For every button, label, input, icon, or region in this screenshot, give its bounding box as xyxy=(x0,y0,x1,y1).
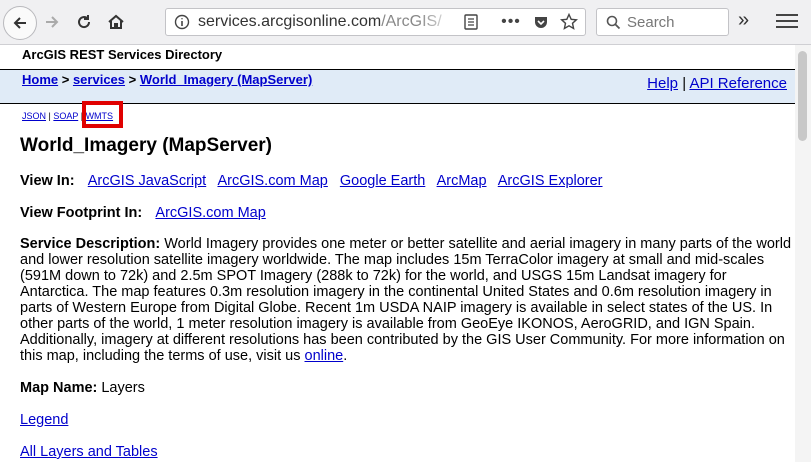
view-in-row: View In: ArcGIS JavaScript ArcGIS.com Ma… xyxy=(20,173,611,189)
info-icon[interactable] xyxy=(172,9,192,35)
view-in-arcmap-link[interactable]: ArcMap xyxy=(437,173,487,189)
service-description-label: Service Description: xyxy=(20,236,161,252)
service-description-text: World Imagery provides one meter or bett… xyxy=(20,236,792,364)
reload-icon[interactable] xyxy=(68,6,100,38)
url-path: /ArcGIS/ xyxy=(381,13,442,30)
help-separator: | xyxy=(678,75,690,92)
more-actions-icon[interactable]: ••• xyxy=(500,9,522,35)
pocket-icon[interactable] xyxy=(530,9,552,35)
view-footprint-row: View Footprint In: ArcGIS.com Map xyxy=(20,205,274,221)
breadcrumb-current-link[interactable]: World_Imagery (MapServer) xyxy=(140,72,312,87)
breadcrumb-bar: Home > services > World_Imagery (MapServ… xyxy=(0,69,795,104)
url-text[interactable]: services.arcgisonline.com/ArcGIS/ xyxy=(198,13,458,31)
service-description: Service Description: World Imagery provi… xyxy=(20,236,795,364)
page-title: World_Imagery (MapServer) xyxy=(20,135,273,156)
breadcrumb-services-link[interactable]: services xyxy=(73,72,125,87)
breadcrumb: Home > services > World_Imagery (MapServ… xyxy=(22,72,312,87)
search-input[interactable]: Search xyxy=(627,14,675,31)
legend-link[interactable]: Legend xyxy=(20,412,68,428)
online-link[interactable]: online xyxy=(305,348,344,364)
wmts-highlight-box xyxy=(82,101,123,128)
map-name-value: Layers xyxy=(101,380,145,396)
service-description-end: . xyxy=(343,348,348,364)
help-links: Help | API Reference xyxy=(647,75,787,92)
search-bar[interactable]: Search xyxy=(596,8,729,36)
view-footprint-label: View Footprint In: xyxy=(20,205,143,221)
reader-view-icon[interactable] xyxy=(461,9,481,35)
view-in-arcgis-com-map-link[interactable]: ArcGIS.com Map xyxy=(217,173,327,189)
soap-link[interactable]: SOAP xyxy=(53,111,78,121)
url-bar[interactable]: services.arcgisonline.com/ArcGIS/ ••• xyxy=(165,8,586,36)
vertical-scrollbar[interactable] xyxy=(795,45,811,462)
overflow-chevron-icon[interactable]: » xyxy=(738,9,749,32)
breadcrumb-separator: > xyxy=(125,72,140,87)
help-link[interactable]: Help xyxy=(647,75,678,92)
view-in-arcgis-javascript-link[interactable]: ArcGIS JavaScript xyxy=(88,173,206,189)
api-reference-link[interactable]: API Reference xyxy=(689,75,787,92)
search-icon xyxy=(605,9,621,35)
home-icon[interactable] xyxy=(100,6,132,38)
map-name-row: Map Name: Layers xyxy=(20,380,145,396)
hamburger-menu-icon[interactable] xyxy=(776,10,798,32)
page-content: ArcGIS REST Services Directory Home > se… xyxy=(0,45,795,462)
bookmark-star-icon[interactable] xyxy=(558,9,580,35)
view-in-arcgis-explorer-link[interactable]: ArcGIS Explorer xyxy=(498,173,603,189)
browser-toolbar: services.arcgisonline.com/ArcGIS/ ••• Se… xyxy=(0,0,811,45)
view-footprint-arcgis-com-map-link[interactable]: ArcGIS.com Map xyxy=(155,205,265,221)
view-in-label: View In: xyxy=(20,173,75,189)
url-host: services.arcgisonline.com xyxy=(198,13,382,30)
breadcrumb-home-link[interactable]: Home xyxy=(22,72,58,87)
scrollbar-thumb[interactable] xyxy=(798,51,807,141)
map-name-label: Map Name: xyxy=(20,380,98,396)
view-in-google-earth-link[interactable]: Google Earth xyxy=(340,173,425,189)
directory-title: ArcGIS REST Services Directory xyxy=(22,47,223,62)
forward-arrow-icon[interactable] xyxy=(36,6,68,38)
back-arrow-icon[interactable] xyxy=(3,6,37,40)
breadcrumb-separator: > xyxy=(58,72,73,87)
all-layers-and-tables-link[interactable]: All Layers and Tables xyxy=(20,444,158,460)
json-link[interactable]: JSON xyxy=(22,111,46,121)
